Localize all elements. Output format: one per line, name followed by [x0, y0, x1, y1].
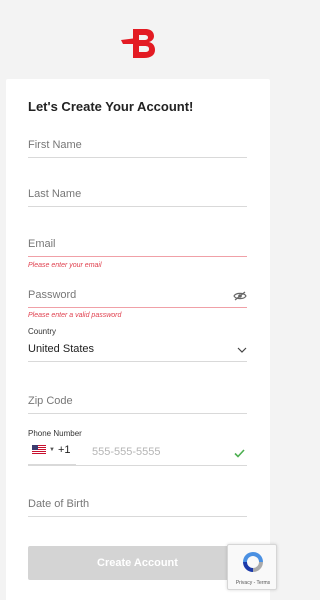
country-select[interactable]: United States [28, 332, 247, 362]
recaptcha-icon [243, 552, 263, 572]
recaptcha-terms[interactable]: Privacy - Terms [228, 580, 278, 586]
country-value: United States [28, 343, 95, 355]
last-name-field[interactable]: Last Name [28, 177, 247, 207]
form-title: Let's Create Your Account! [28, 99, 194, 114]
date-of-birth-field[interactable]: Date of Birth [28, 487, 247, 517]
eye-off-icon[interactable] [233, 291, 247, 301]
b-logo-icon [120, 29, 155, 58]
create-account-button[interactable]: Create Account [28, 546, 247, 580]
country-code-select[interactable]: ▼ +1 [28, 435, 76, 465]
recaptcha-badge[interactable]: Privacy - Terms [227, 544, 277, 590]
password-error: Please enter a valid password [28, 312, 122, 319]
last-name-placeholder: Last Name [28, 188, 82, 200]
first-name-placeholder: First Name [28, 139, 82, 151]
us-flag-icon [32, 445, 46, 454]
phone-placeholder: 555-555-5555 [92, 446, 161, 458]
email-placeholder: Email [28, 238, 56, 250]
signup-card: Let's Create Your Account! First Name La… [6, 79, 270, 600]
brand-logo [0, 22, 277, 64]
check-icon [234, 449, 245, 458]
password-field[interactable]: Password [28, 278, 247, 308]
first-name-field[interactable]: First Name [28, 128, 247, 158]
email-field[interactable]: Email [28, 227, 247, 257]
caret-down-icon: ▼ [49, 446, 55, 453]
date-of-birth-placeholder: Date of Birth [28, 498, 90, 510]
zip-code-field[interactable]: Zip Code [28, 384, 247, 414]
email-error: Please enter your email [28, 262, 102, 269]
chevron-down-icon [237, 347, 247, 353]
country-code: +1 [57, 443, 71, 456]
zip-code-placeholder: Zip Code [28, 395, 73, 407]
password-placeholder: Password [28, 289, 77, 301]
phone-field[interactable]: ▼ +1 555-555-5555 [28, 436, 247, 466]
